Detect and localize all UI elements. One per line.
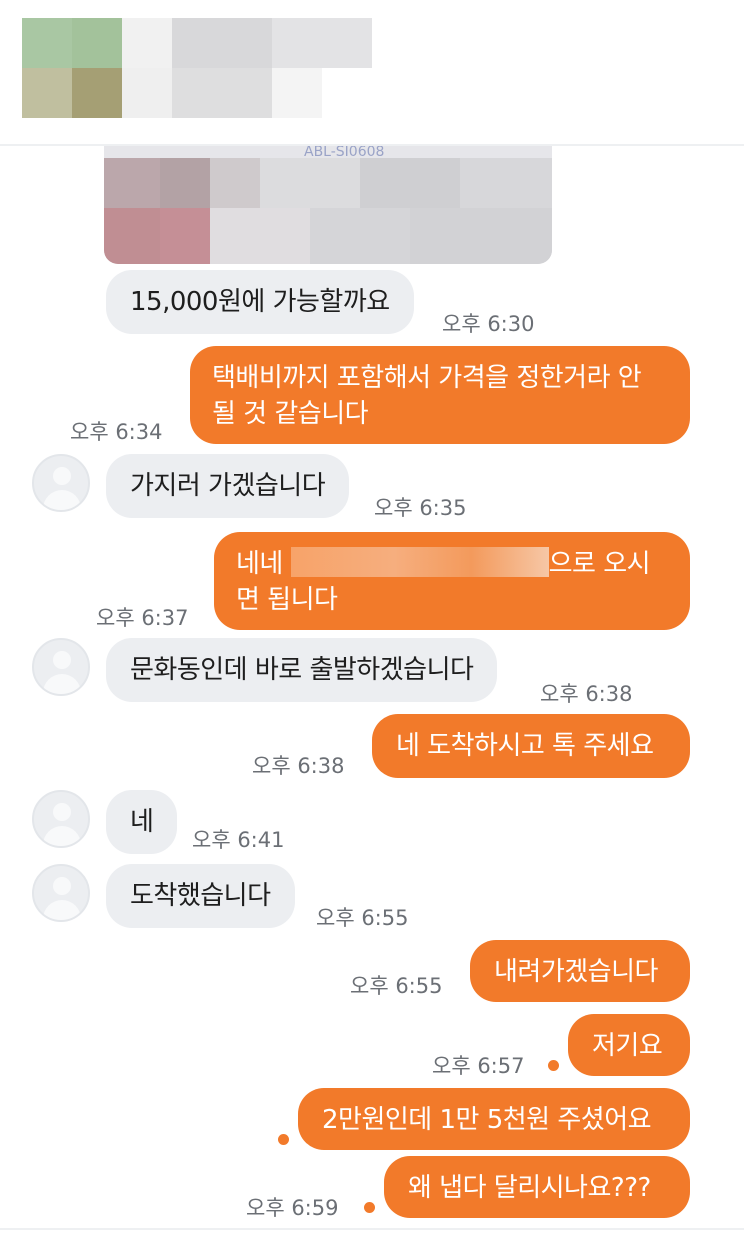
- message-bubble-incoming[interactable]: 도착했습니다: [106, 864, 295, 928]
- chat-thread[interactable]: ABL-SI0608 15,000원에 가능할까요 오후 6:30 오후 6:3…: [0, 146, 744, 1226]
- message-timestamp: 오후 6:55: [316, 906, 409, 930]
- photo-message[interactable]: ABL-SI0608: [104, 146, 552, 264]
- message-line: 네네 으로 오시: [236, 546, 668, 582]
- message-bubble-incoming[interactable]: 네: [106, 790, 178, 854]
- message-bubble-outgoing[interactable]: 2만원인데 1만 5천원 주셨어요: [298, 1088, 690, 1150]
- unread-indicator: [364, 1202, 375, 1213]
- default-avatar-icon[interactable]: [32, 454, 90, 512]
- message-bubble-incoming[interactable]: 문화동인데 바로 출발하겠습니다: [106, 638, 498, 702]
- message-timestamp: 오후 6:59: [246, 1196, 339, 1220]
- message-timestamp: 오후 6:55: [350, 974, 443, 998]
- message-bubble-outgoing[interactable]: 왜 냅다 달리시나요???: [384, 1156, 690, 1218]
- bottom-divider: [0, 1228, 744, 1230]
- message-timestamp: 오후 6:30: [442, 312, 535, 336]
- message-timestamp: 오후 6:57: [432, 1054, 525, 1078]
- chat-header-redacted: [22, 18, 382, 122]
- blurred-profile-icon[interactable]: [22, 18, 122, 118]
- message-bubble-outgoing[interactable]: 택배비까지 포함해서 가격을 정한거라 안 될 것 같습니다: [190, 346, 690, 444]
- message-line: 될 것 같습니다: [212, 399, 369, 429]
- message-timestamp: 오후 6:38: [252, 754, 345, 778]
- message-bubble-outgoing[interactable]: 네 도착하시고 톡 주세요: [372, 714, 690, 778]
- default-avatar-icon[interactable]: [32, 790, 90, 848]
- message-timestamp: 오후 6:37: [96, 606, 189, 630]
- message-timestamp: 오후 6:38: [540, 682, 633, 706]
- message-bubble-incoming[interactable]: 15,000원에 가능할까요: [106, 270, 414, 334]
- unread-indicator: [278, 1134, 289, 1145]
- message-line: 택배비까지 포함해서 가격을 정한거라 안: [212, 363, 642, 393]
- message-bubble-outgoing[interactable]: 내려가겠습니다: [470, 940, 690, 1002]
- message-timestamp: 오후 6:35: [374, 496, 467, 520]
- message-timestamp: 오후 6:41: [192, 828, 285, 852]
- redacted-title: [122, 18, 372, 118]
- message-text: 네네: [236, 549, 283, 579]
- message-line: 면 됩니다: [236, 585, 338, 615]
- default-avatar-icon[interactable]: [32, 864, 90, 922]
- default-avatar-icon[interactable]: [32, 638, 90, 696]
- unread-indicator: [548, 1060, 559, 1071]
- message-bubble-outgoing[interactable]: 저기요: [568, 1014, 690, 1076]
- message-bubble-outgoing[interactable]: 네네 으로 오시 면 됩니다: [214, 532, 690, 630]
- message-timestamp: 오후 6:34: [70, 420, 163, 444]
- message-bubble-incoming[interactable]: 가지러 가겠습니다: [106, 454, 350, 518]
- message-text: 으로 오시: [548, 549, 651, 579]
- photo-caption-text: ABL-SI0608: [104, 146, 552, 158]
- redacted-address: [290, 547, 549, 577]
